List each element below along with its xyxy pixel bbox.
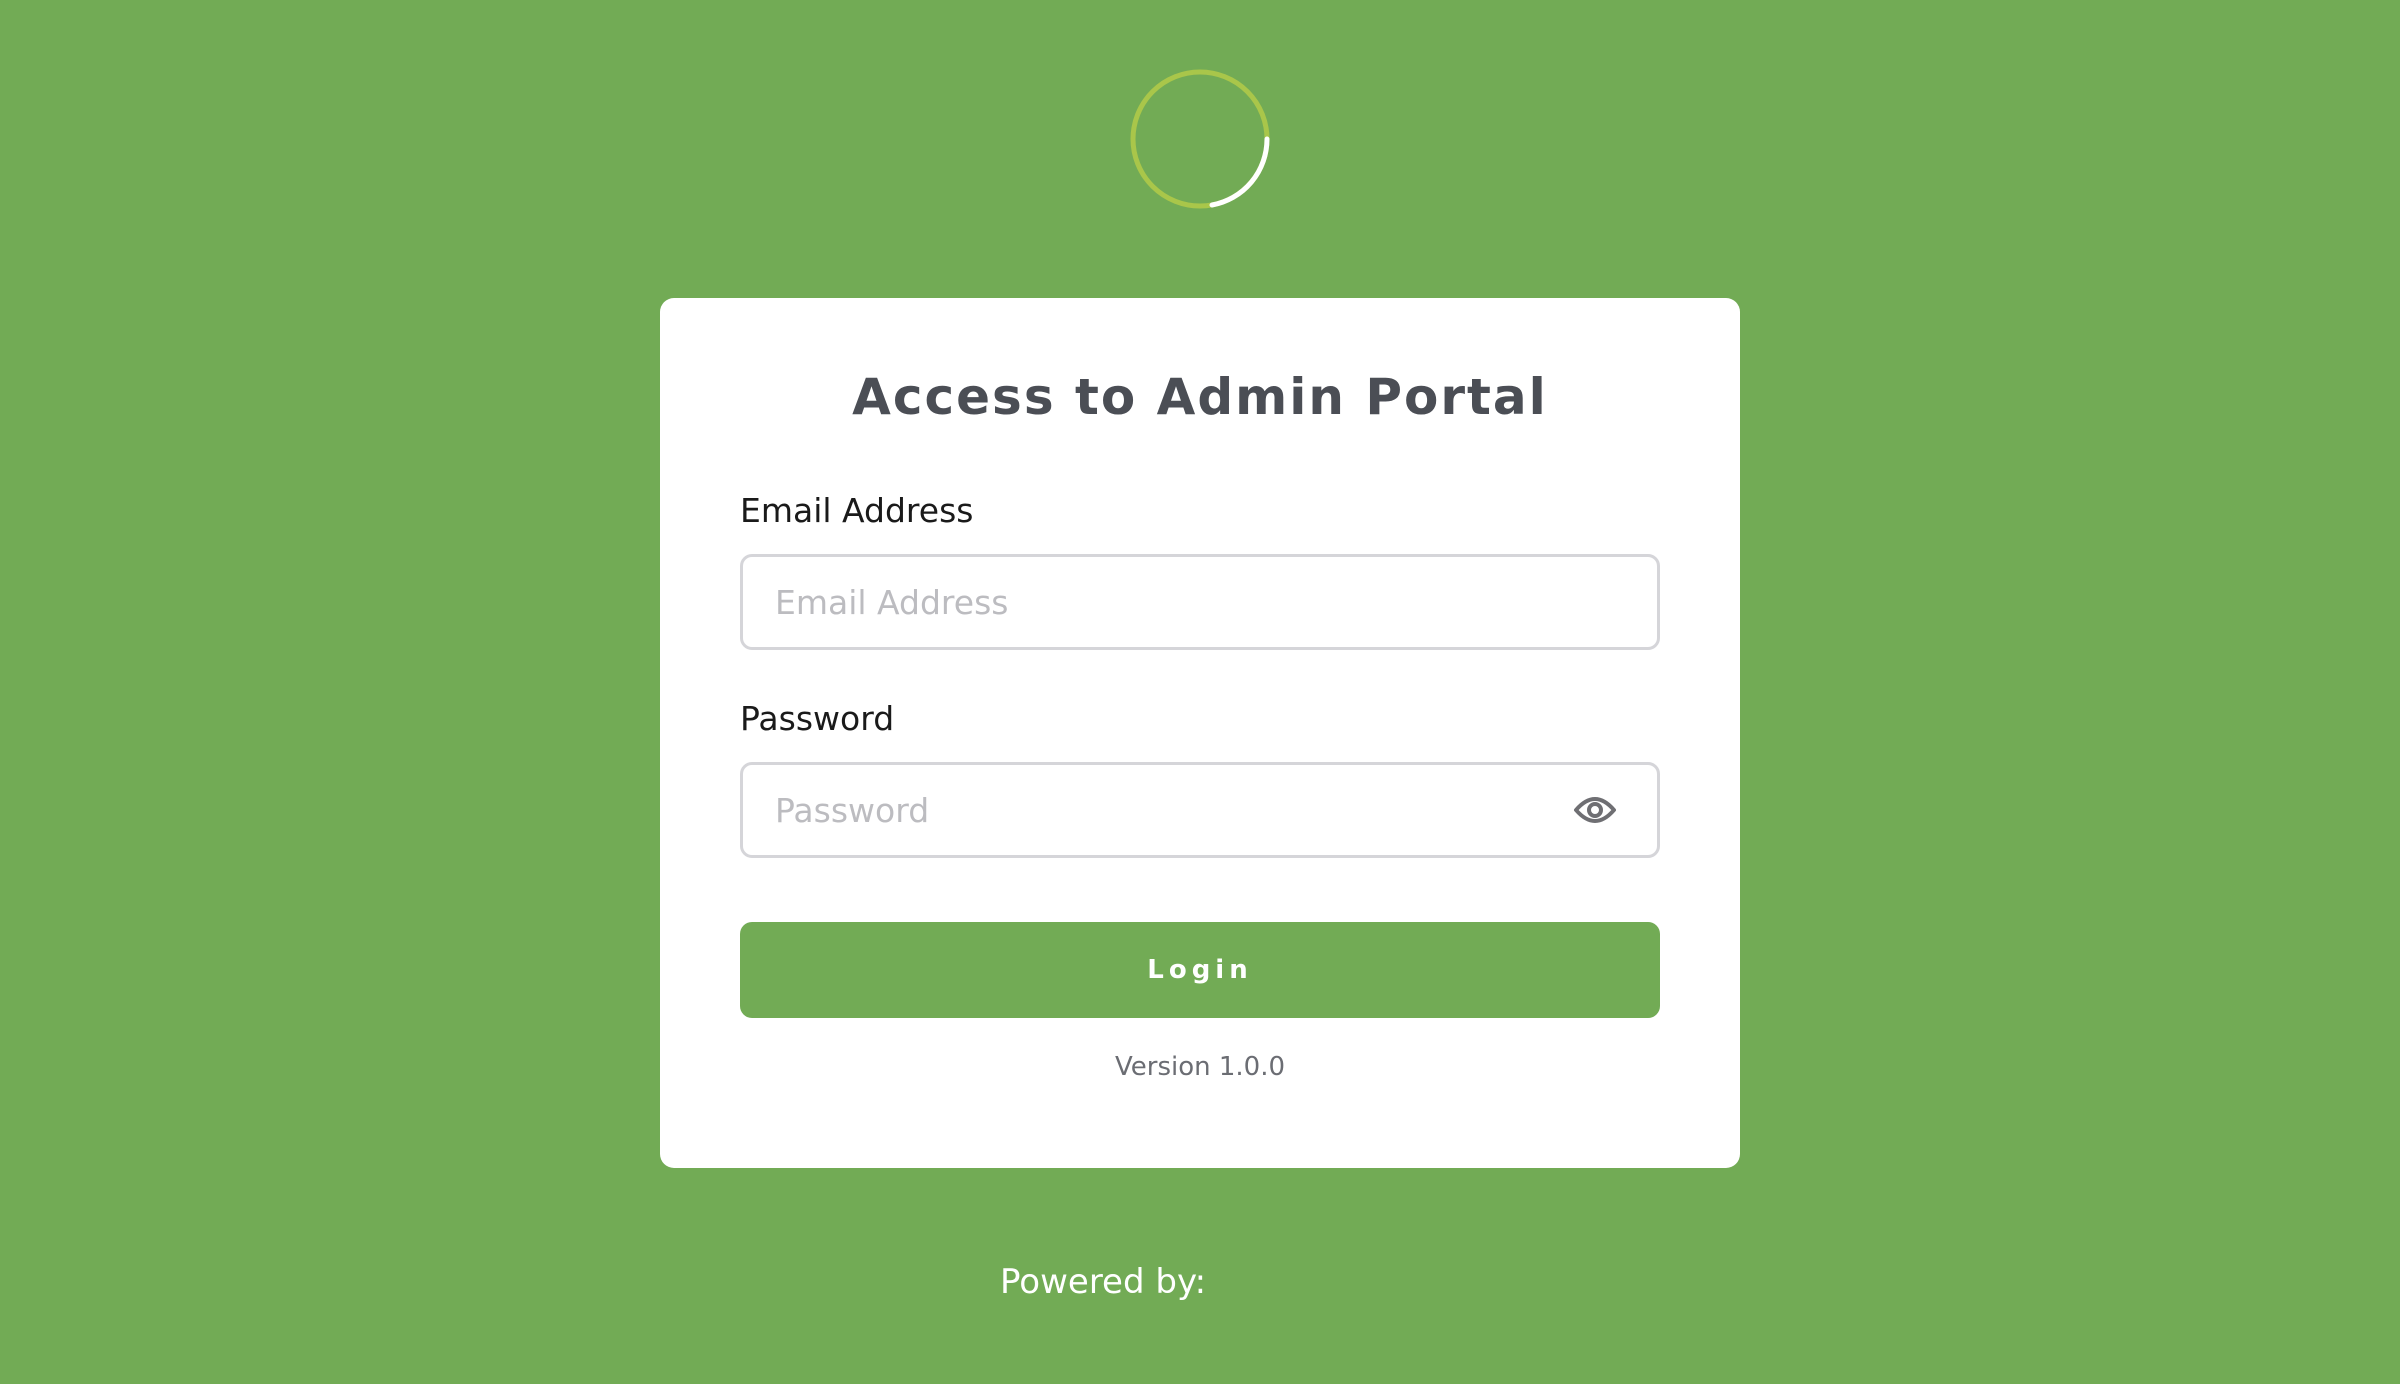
login-button[interactable]: Login — [740, 922, 1660, 1018]
powered-by-text: Powered by: — [1000, 1262, 1207, 1302]
email-field[interactable] — [743, 557, 1657, 647]
eye-icon[interactable] — [1573, 793, 1617, 827]
loading-spinner-icon — [1129, 68, 1271, 210]
email-label: Email Address — [740, 491, 974, 530]
password-field[interactable] — [743, 765, 1657, 855]
page-title: Access to Admin Portal — [852, 368, 1548, 426]
login-card: Access to Admin Portal Email Address Pas… — [660, 298, 1740, 1168]
password-label: Password — [740, 699, 895, 738]
email-field-wrapper — [740, 554, 1660, 650]
version-text: Version 1.0.0 — [1114, 1052, 1286, 1082]
password-field-wrapper — [740, 762, 1660, 858]
